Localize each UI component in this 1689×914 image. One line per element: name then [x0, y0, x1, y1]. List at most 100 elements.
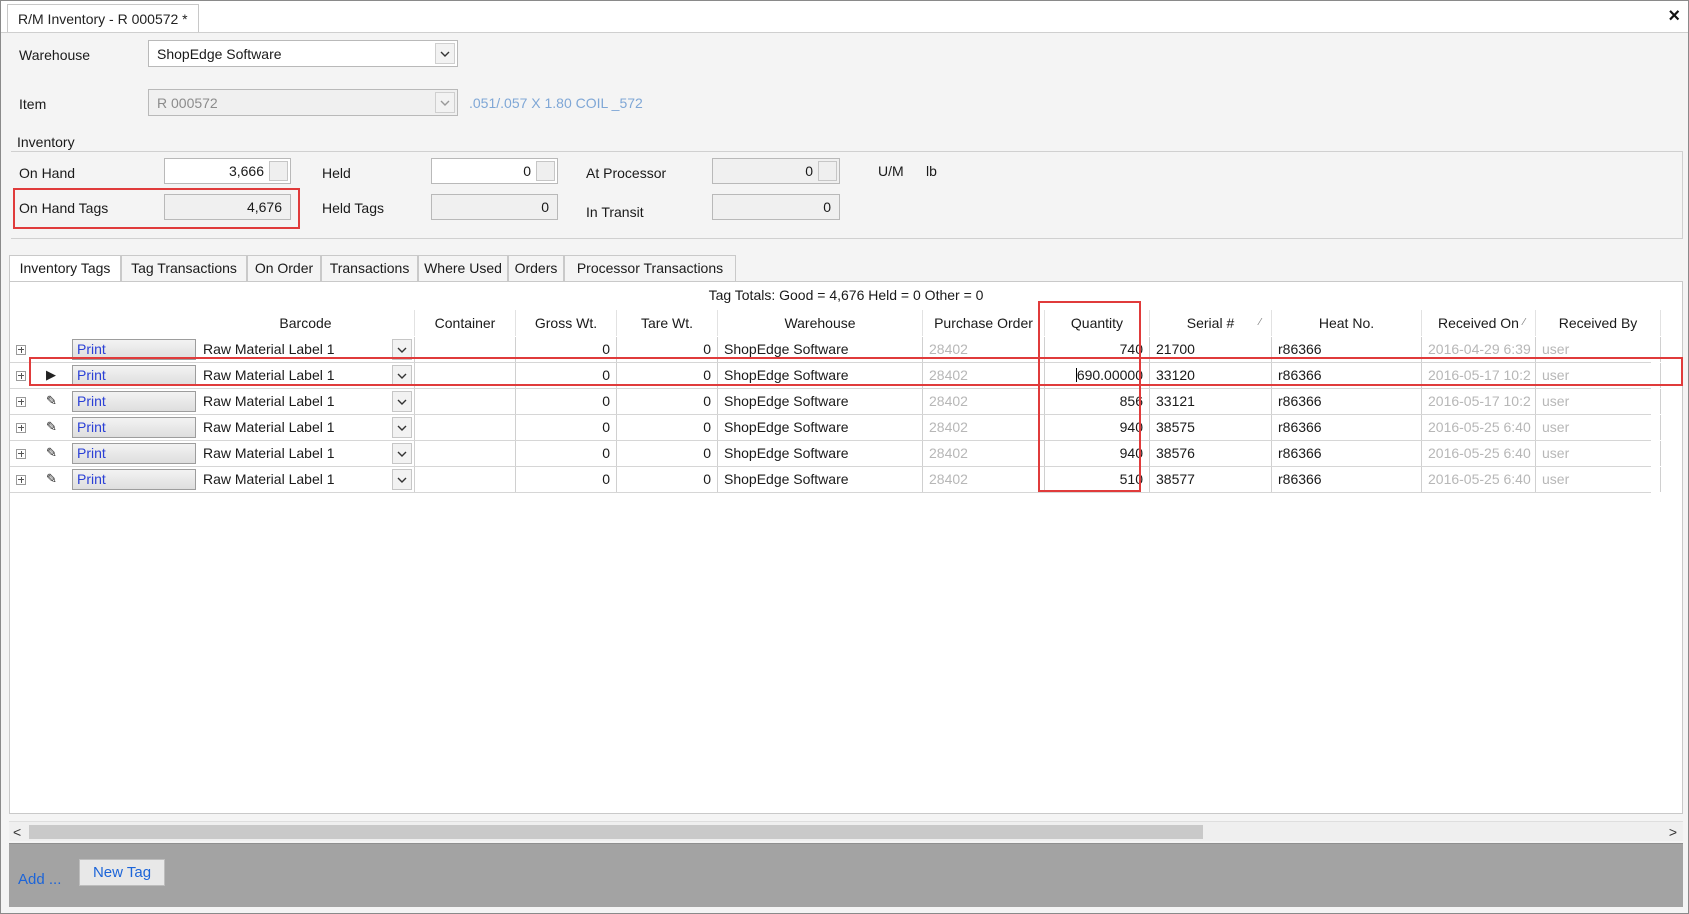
column-header-heat-no[interactable]: Heat No.	[1272, 310, 1422, 336]
quantity-cell[interactable]: 940	[1045, 441, 1150, 466]
gross-wt-cell[interactable]: 0	[516, 467, 617, 492]
heat-no-cell[interactable]: r86366	[1272, 415, 1422, 440]
heat-no-cell[interactable]: r86366	[1272, 363, 1422, 388]
at-processor-field[interactable]: 0	[712, 158, 840, 184]
received-by-cell[interactable]: user	[1536, 389, 1661, 414]
serial-cell[interactable]: 33121	[1150, 389, 1272, 414]
tare-wt-cell[interactable]: 0	[617, 389, 718, 414]
barcode-cell[interactable]: Raw Material Label 1	[197, 363, 415, 388]
scrollbar-thumb[interactable]	[29, 825, 1203, 839]
column-header-warehouse[interactable]: Warehouse	[718, 310, 923, 336]
purchase-order-cell[interactable]: 28402	[923, 389, 1045, 414]
chevron-down-icon[interactable]	[392, 469, 412, 490]
expand-plus-icon[interactable]	[16, 449, 26, 459]
table-row[interactable]: ✎ Print Raw Material Label 1 0 0 ShopEdge Sof…	[10, 467, 1661, 493]
add-link[interactable]: Add ...	[18, 871, 61, 888]
received-by-cell[interactable]: user	[1536, 467, 1661, 492]
column-header-serial[interactable]: Serial # ⁄	[1150, 310, 1272, 336]
quantity-cell[interactable]: 856	[1045, 389, 1150, 414]
tab-where-used[interactable]: Where Used	[418, 255, 508, 282]
spin-button-icon[interactable]	[536, 161, 555, 181]
barcode-cell[interactable]: Raw Material Label 1	[197, 467, 415, 492]
column-header-gross-wt[interactable]: Gross Wt.	[516, 310, 617, 336]
scroll-left-icon[interactable]: <	[13, 822, 21, 842]
column-header-received-on[interactable]: Received On ⁄	[1422, 310, 1536, 336]
column-header-purchase-order[interactable]: Purchase Order	[923, 310, 1045, 336]
warehouse-cell[interactable]: ShopEdge Software	[718, 337, 923, 362]
print-button[interactable]: Print	[72, 339, 196, 360]
tab-on-order[interactable]: On Order	[247, 255, 321, 282]
tab-transactions[interactable]: Transactions	[321, 255, 418, 282]
gross-wt-cell[interactable]: 0	[516, 363, 617, 388]
quantity-cell[interactable]: 740	[1045, 337, 1150, 362]
barcode-cell[interactable]: Raw Material Label 1	[197, 415, 415, 440]
tare-wt-cell[interactable]: 0	[617, 441, 718, 466]
table-row[interactable]: ▶ Print Raw Material Label 1 0 0 ShopEdge Sof…	[10, 363, 1661, 389]
quantity-cell[interactable]: 940	[1045, 415, 1150, 440]
warehouse-cell[interactable]: ShopEdge Software	[718, 415, 923, 440]
document-tab[interactable]: R/M Inventory - R 000572 *	[7, 4, 199, 32]
print-button[interactable]: Print	[72, 469, 196, 490]
gross-wt-cell[interactable]: 0	[516, 337, 617, 362]
serial-cell[interactable]: 33120	[1150, 363, 1272, 388]
expand-plus-icon[interactable]	[16, 345, 26, 355]
received-on-cell[interactable]: 2016-04-29 6:39	[1422, 337, 1536, 362]
received-on-cell[interactable]: 2016-05-25 6:40	[1422, 467, 1536, 492]
on-hand-field[interactable]: 3,666	[164, 158, 291, 184]
column-header-barcode[interactable]: Barcode	[197, 310, 415, 336]
tare-wt-cell[interactable]: 0	[617, 337, 718, 362]
table-row[interactable]: ✎ Print Raw Material Label 1 0 0 ShopEdge Sof…	[10, 389, 1661, 415]
held-field[interactable]: 0	[431, 158, 558, 184]
column-header-received-by[interactable]: Received By	[1536, 310, 1661, 336]
warehouse-cell[interactable]: ShopEdge Software	[718, 363, 923, 388]
container-cell[interactable]	[415, 467, 516, 492]
serial-cell[interactable]: 38577	[1150, 467, 1272, 492]
print-button[interactable]: Print	[72, 391, 196, 412]
heat-no-cell[interactable]: r86366	[1272, 467, 1422, 492]
received-on-cell[interactable]: 2016-05-25 6:40	[1422, 441, 1536, 466]
tab-tag-transactions[interactable]: Tag Transactions	[121, 255, 247, 282]
tare-wt-cell[interactable]: 0	[617, 415, 718, 440]
gross-wt-cell[interactable]: 0	[516, 441, 617, 466]
received-on-cell[interactable]: 2016-05-17 10:2	[1422, 363, 1536, 388]
tare-wt-cell[interactable]: 0	[617, 467, 718, 492]
column-header-tare-wt[interactable]: Tare Wt.	[617, 310, 718, 336]
received-by-cell[interactable]: user	[1536, 415, 1661, 440]
spin-button-icon[interactable]	[818, 161, 837, 181]
chevron-down-icon[interactable]	[392, 417, 412, 438]
received-by-cell[interactable]: user	[1536, 337, 1661, 362]
serial-cell[interactable]: 38575	[1150, 415, 1272, 440]
container-cell[interactable]	[415, 441, 516, 466]
warehouse-cell[interactable]: ShopEdge Software	[718, 389, 923, 414]
received-by-cell[interactable]: user	[1536, 363, 1661, 388]
expand-plus-icon[interactable]	[16, 397, 26, 407]
spin-button-icon[interactable]	[269, 161, 288, 181]
serial-cell[interactable]: 21700	[1150, 337, 1272, 362]
close-icon[interactable]: ×	[1668, 5, 1680, 27]
container-cell[interactable]	[415, 337, 516, 362]
tab-processor-transactions[interactable]: Processor Transactions	[564, 255, 736, 282]
print-button[interactable]: Print	[72, 417, 196, 438]
item-select[interactable]: R 000572	[148, 89, 458, 116]
purchase-order-cell[interactable]: 28402	[923, 337, 1045, 362]
table-row[interactable]: ✎ Print Raw Material Label 1 0 0 ShopEdge Sof…	[10, 441, 1661, 467]
print-button[interactable]: Print	[72, 365, 196, 386]
heat-no-cell[interactable]: r86366	[1272, 389, 1422, 414]
quantity-edit-value[interactable]: 690.00000	[1077, 367, 1143, 383]
purchase-order-cell[interactable]: 28402	[923, 415, 1045, 440]
warehouse-select[interactable]: ShopEdge Software	[148, 40, 458, 67]
heat-no-cell[interactable]: r86366	[1272, 337, 1422, 362]
chevron-down-icon[interactable]	[392, 443, 412, 464]
print-button[interactable]: Print	[72, 443, 196, 464]
scroll-right-icon[interactable]: >	[1669, 822, 1677, 842]
column-header-container[interactable]: Container	[415, 310, 516, 336]
expand-plus-icon[interactable]	[16, 475, 26, 485]
gross-wt-cell[interactable]: 0	[516, 415, 617, 440]
purchase-order-cell[interactable]: 28402	[923, 467, 1045, 492]
expand-plus-icon[interactable]	[16, 371, 26, 381]
chevron-down-icon[interactable]	[435, 92, 455, 113]
container-cell[interactable]	[415, 363, 516, 388]
table-row[interactable]: Print Raw Material Label 1 0 0 ShopEdge Soft…	[10, 337, 1661, 363]
chevron-down-icon[interactable]	[392, 391, 412, 412]
barcode-cell[interactable]: Raw Material Label 1	[197, 337, 415, 362]
